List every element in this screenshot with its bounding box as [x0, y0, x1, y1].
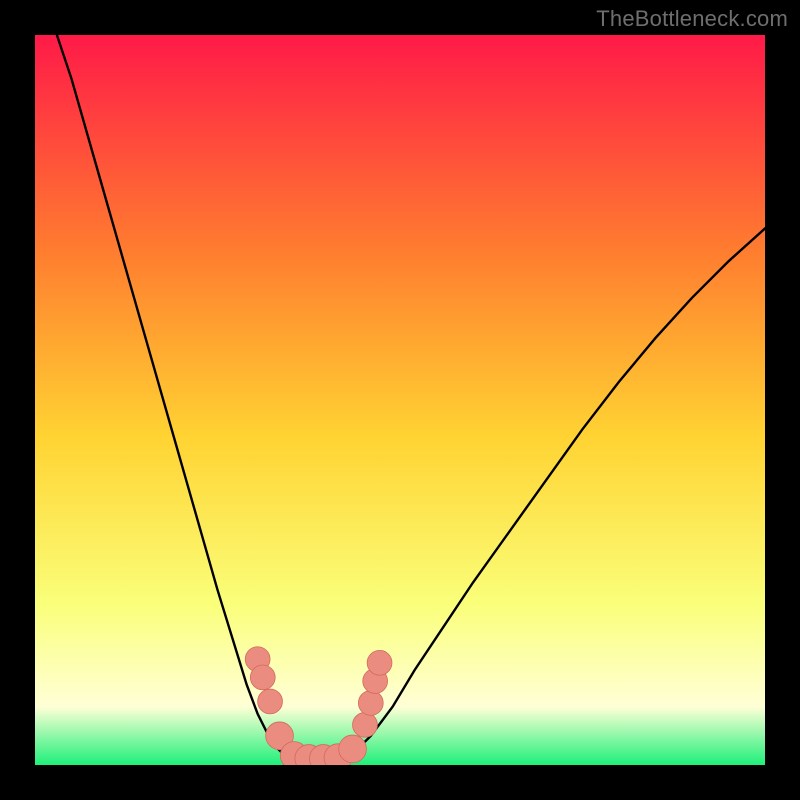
curve-marker: [353, 712, 378, 737]
curve-marker: [358, 691, 383, 716]
curve-marker: [367, 650, 392, 675]
watermark-text: TheBottleneck.com: [596, 6, 788, 32]
plot-area: [35, 35, 765, 765]
gradient-background: [35, 35, 765, 765]
chart-frame: TheBottleneck.com: [0, 0, 800, 800]
curve-marker: [258, 689, 283, 714]
curve-marker: [339, 735, 367, 763]
bottleneck-chart: [35, 35, 765, 765]
curve-marker: [250, 665, 275, 690]
